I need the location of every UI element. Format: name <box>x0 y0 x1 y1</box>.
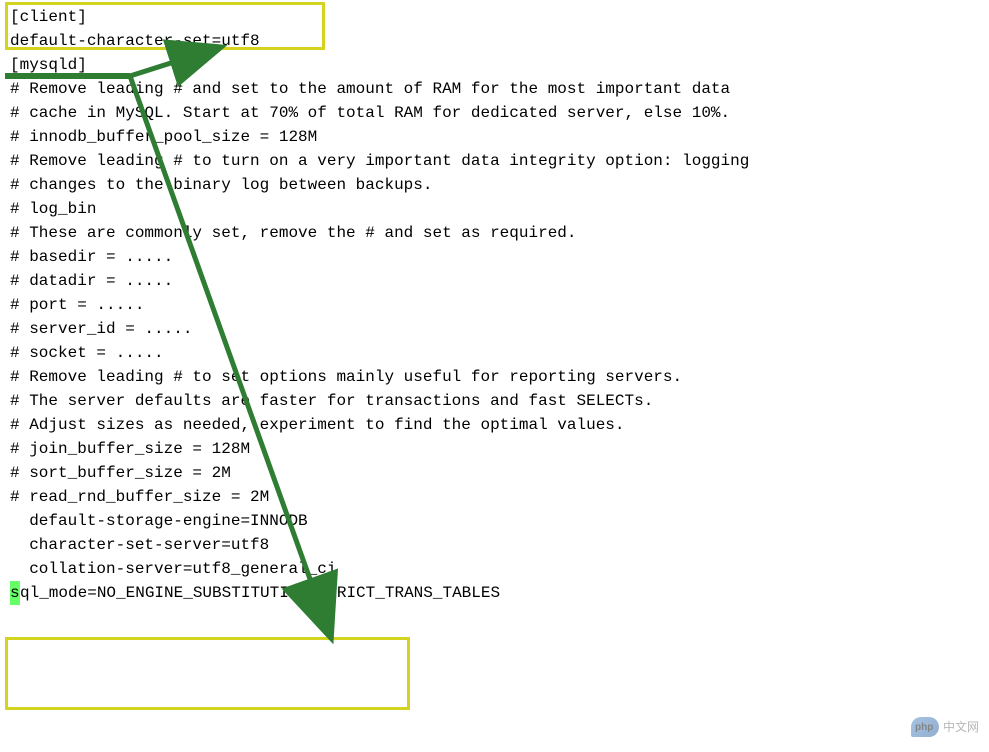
config-line: # log_bin <box>10 197 979 221</box>
config-line: # sort_buffer_size = 2M <box>10 461 979 485</box>
config-line-engine: default-storage-engine=INNODB <box>10 509 979 533</box>
watermark-text: 中文网 <box>943 718 979 736</box>
config-line: # The server defaults are faster for tra… <box>10 389 979 413</box>
config-line: # read_rnd_buffer_size = 2M <box>10 485 979 509</box>
green-underline <box>5 73 130 79</box>
config-line-client: [client] <box>10 5 979 29</box>
config-line-mysqld: [mysqld] <box>10 53 979 77</box>
config-line: # Remove leading # to set options mainly… <box>10 365 979 389</box>
config-line: # Adjust sizes as needed, experiment to … <box>10 413 979 437</box>
php-logo-icon <box>911 717 939 737</box>
config-line: # cache in MySQL. Start at 70% of total … <box>10 101 979 125</box>
config-text: ql_mode=NO_ENGINE_SUBSTITUTION,STRICT_TR… <box>20 584 500 602</box>
highlight-box-bottom <box>5 637 410 710</box>
config-line: # server_id = ..... <box>10 317 979 341</box>
config-line: # changes to the binary log between back… <box>10 173 979 197</box>
config-line: # join_buffer_size = 128M <box>10 437 979 461</box>
config-line: # Remove leading # and set to the amount… <box>10 77 979 101</box>
config-line-sqlmode: sql_mode=NO_ENGINE_SUBSTITUTION,STRICT_T… <box>10 581 979 605</box>
watermark: 中文网 <box>911 717 979 737</box>
config-line: # These are commonly set, remove the # a… <box>10 221 979 245</box>
config-line-charset: default-character-set=utf8 <box>10 29 979 53</box>
config-line: # socket = ..... <box>10 341 979 365</box>
config-line: # port = ..... <box>10 293 979 317</box>
config-line: # datadir = ..... <box>10 269 979 293</box>
config-line-collation: collation-server=utf8_general_ci <box>10 557 979 581</box>
config-line-charset-server: character-set-server=utf8 <box>10 533 979 557</box>
config-line: # Remove leading # to turn on a very imp… <box>10 149 979 173</box>
config-line: # innodb_buffer_pool_size = 128M <box>10 125 979 149</box>
cursor-highlight: s <box>10 581 20 605</box>
config-line: # basedir = ..... <box>10 245 979 269</box>
